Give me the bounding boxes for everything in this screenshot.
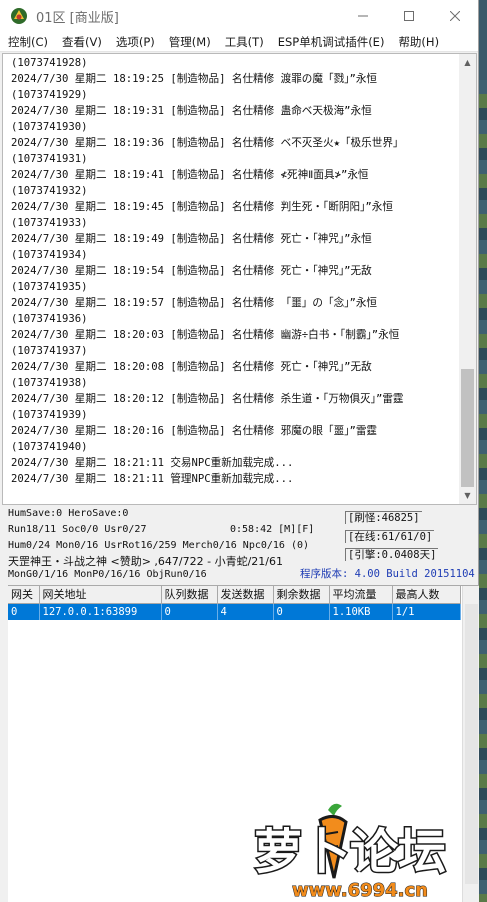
cell-avg-traffic: 1.10KB xyxy=(329,603,393,620)
cell-max-users: 1/1 xyxy=(392,603,461,620)
watermark-brand: 萝卜论坛 xyxy=(254,824,446,880)
online-counter-text: [在线:61/61/0] xyxy=(345,530,435,543)
program-version: 程序版本: 4.00 Build 20151104 xyxy=(300,568,475,580)
log-line: (1073741928) xyxy=(11,57,88,69)
watermark-url: www.6994.cn xyxy=(292,880,428,901)
menu-control[interactable]: 控制(C) xyxy=(0,34,54,50)
log-line: (1073741931) xyxy=(11,153,88,165)
refresh-counter: [刷怪:46825] xyxy=(345,510,422,525)
log-panel[interactable]: (1073741928) 2024/7/30 星期二 18:19:25 [制造物品… xyxy=(2,53,477,505)
minimize-icon xyxy=(358,15,368,17)
status-counters: Hum0/24 Mon0/16 UsrRot16/259 Merch0/16 N… xyxy=(8,540,310,551)
log-line: (1073741933) xyxy=(11,217,88,229)
log-line: 2024/7/30 星期二 18:19:41 [制造物品] 名仕精修 ≮死神Ⅱ面… xyxy=(11,169,369,181)
log-line: 2024/7/30 星期二 18:19:54 [制造物品] 名仕精修 死亡・「神… xyxy=(11,265,372,277)
log-scrollbar[interactable]: ▲ ▼ xyxy=(459,54,476,504)
status-panel: HumSave:0 HeroSave:0 Run18/11 Soc0/0 Usr… xyxy=(0,505,479,585)
col-queue-data[interactable]: 队列数据 xyxy=(161,586,218,604)
gateway-table: 网关 网关地址 队列数据 发送数据 剩余数据 平均流量 最高人数 0 127.0… xyxy=(8,586,461,620)
status-save: HumSave:0 HeroSave:0 xyxy=(8,508,129,519)
scroll-down-icon[interactable]: ▼ xyxy=(459,487,476,504)
col-max-users[interactable]: 最高人数 xyxy=(392,586,461,604)
log-line: 2024/7/30 星期二 18:19:25 [制造物品] 名仕精修 渡罪の魔「… xyxy=(11,73,378,85)
engine-uptime: [引擎:0.0408天] xyxy=(345,547,439,562)
menu-options[interactable]: 选项(P) xyxy=(108,34,161,50)
log-line: 2024/7/30 星期二 18:19:36 [制造物品] 名仕精修 ベ不灭圣火… xyxy=(11,137,404,149)
col-gateway[interactable]: 网关 xyxy=(8,586,40,604)
log-line: 2024/7/30 星期二 18:21:11 管理NPC重新加载完成... xyxy=(11,473,294,485)
engine-uptime-text: [引擎:0.0408天] xyxy=(345,548,439,561)
status-player: 天罡神王・斗战之神 <赞助> ,647/722 - 小青蛇/21/61 xyxy=(8,555,283,568)
cell-gateway-address: 127.0.0.1:63899 xyxy=(39,603,162,620)
log-line: 2024/7/30 星期二 18:19:31 [制造物品] 名仕精修 蛊命ベ天极… xyxy=(11,105,372,117)
menu-manage[interactable]: 管理(M) xyxy=(161,34,217,50)
maximize-icon xyxy=(404,11,414,21)
log-line: 2024/7/30 星期二 18:20:08 [制造物品] 名仕精修 死亡・「神… xyxy=(11,361,372,373)
col-gateway-address[interactable]: 网关地址 xyxy=(39,586,162,604)
log-line: 2024/7/30 星期二 18:19:49 [制造物品] 名仕精修 死亡・「神… xyxy=(11,233,372,245)
log-line: (1073741936) xyxy=(11,313,88,325)
log-line: (1073741934) xyxy=(11,249,88,261)
col-remaining-data[interactable]: 剩余数据 xyxy=(273,586,330,604)
cell-gateway: 0 xyxy=(8,603,40,620)
online-counter: [在线:61/61/0] xyxy=(345,529,435,544)
app-icon xyxy=(11,8,27,24)
cell-send-data: 4 xyxy=(217,603,274,620)
close-icon xyxy=(450,11,460,21)
menu-esp-plugin[interactable]: ESP单机调试插件(E) xyxy=(270,34,391,50)
col-send-data[interactable]: 发送数据 xyxy=(217,586,274,604)
col-avg-traffic[interactable]: 平均流量 xyxy=(329,586,393,604)
log-line: (1073741940) xyxy=(11,441,88,453)
status-time: 0:58:42 [M][F] xyxy=(230,524,315,535)
refresh-counter-text: [刷怪:46825] xyxy=(345,511,422,524)
table-header-row: 网关 网关地址 队列数据 发送数据 剩余数据 平均流量 最高人数 xyxy=(8,586,461,604)
log-scroll-thumb[interactable] xyxy=(461,369,474,487)
menu-tools[interactable]: 工具(T) xyxy=(217,34,270,50)
log-line: (1073741938) xyxy=(11,377,88,389)
status-run: Run18/11 Soc0/0 Usr0/27 xyxy=(8,524,147,535)
log-line: 2024/7/30 星期二 18:19:57 [制造物品] 名仕精修 「噩」の「… xyxy=(11,297,378,309)
window-title: 01区 [商业版] xyxy=(36,10,119,26)
log-line: (1073741929) xyxy=(11,89,88,101)
log-line: 2024/7/30 星期二 18:21:11 交易NPC重新加载完成... xyxy=(11,457,294,469)
title-bar[interactable]: 01区 [商业版] xyxy=(0,0,478,32)
status-monsters: MonG0/1/16 MonP0/16/16 ObjRun0/16 xyxy=(8,569,207,580)
menu-help[interactable]: 帮助(H) xyxy=(390,34,445,50)
cell-queue-data: 0 xyxy=(161,603,218,620)
menu-view[interactable]: 查看(V) xyxy=(54,34,108,50)
log-text: (1073741928) 2024/7/30 星期二 18:19:25 [制造物品… xyxy=(11,55,459,487)
log-line: 2024/7/30 星期二 18:20:03 [制造物品] 名仕精修 幽游÷白书… xyxy=(11,329,400,341)
background-map-right xyxy=(479,80,487,902)
server-window: 01区 [商业版] 控制(C) 查看(V) 选项(P) 管理(M) 工具(T) … xyxy=(0,0,479,902)
log-line: (1073741939) xyxy=(11,409,88,421)
log-line: 2024/7/30 星期二 18:20:16 [制造物品] 名仕精修 邪魔の眼「… xyxy=(11,425,378,437)
minimize-button[interactable] xyxy=(340,0,386,32)
close-button[interactable] xyxy=(432,0,478,32)
log-line: (1073741937) xyxy=(11,345,88,357)
maximize-button[interactable] xyxy=(386,0,432,32)
log-line: (1073741930) xyxy=(11,121,88,133)
menu-bar: 控制(C) 查看(V) 选项(P) 管理(M) 工具(T) ESP单机调试插件(… xyxy=(0,32,478,52)
table-row[interactable]: 0 127.0.0.1:63899 0 4 0 1.10KB 1/1 xyxy=(8,603,461,620)
watermark-logo: 萝卜论坛 www.6994.cn xyxy=(252,803,448,902)
log-line: (1073741935) xyxy=(11,281,88,293)
log-line: 2024/7/30 星期二 18:20:12 [制造物品] 名仕精修 杀生道・「… xyxy=(11,393,404,405)
scroll-up-icon[interactable]: ▲ xyxy=(459,54,476,71)
log-line: 2024/7/30 星期二 18:19:45 [制造物品] 名仕精修 判生死・「… xyxy=(11,201,393,213)
log-line: (1073741932) xyxy=(11,185,88,197)
cell-remaining-data: 0 xyxy=(273,603,330,620)
